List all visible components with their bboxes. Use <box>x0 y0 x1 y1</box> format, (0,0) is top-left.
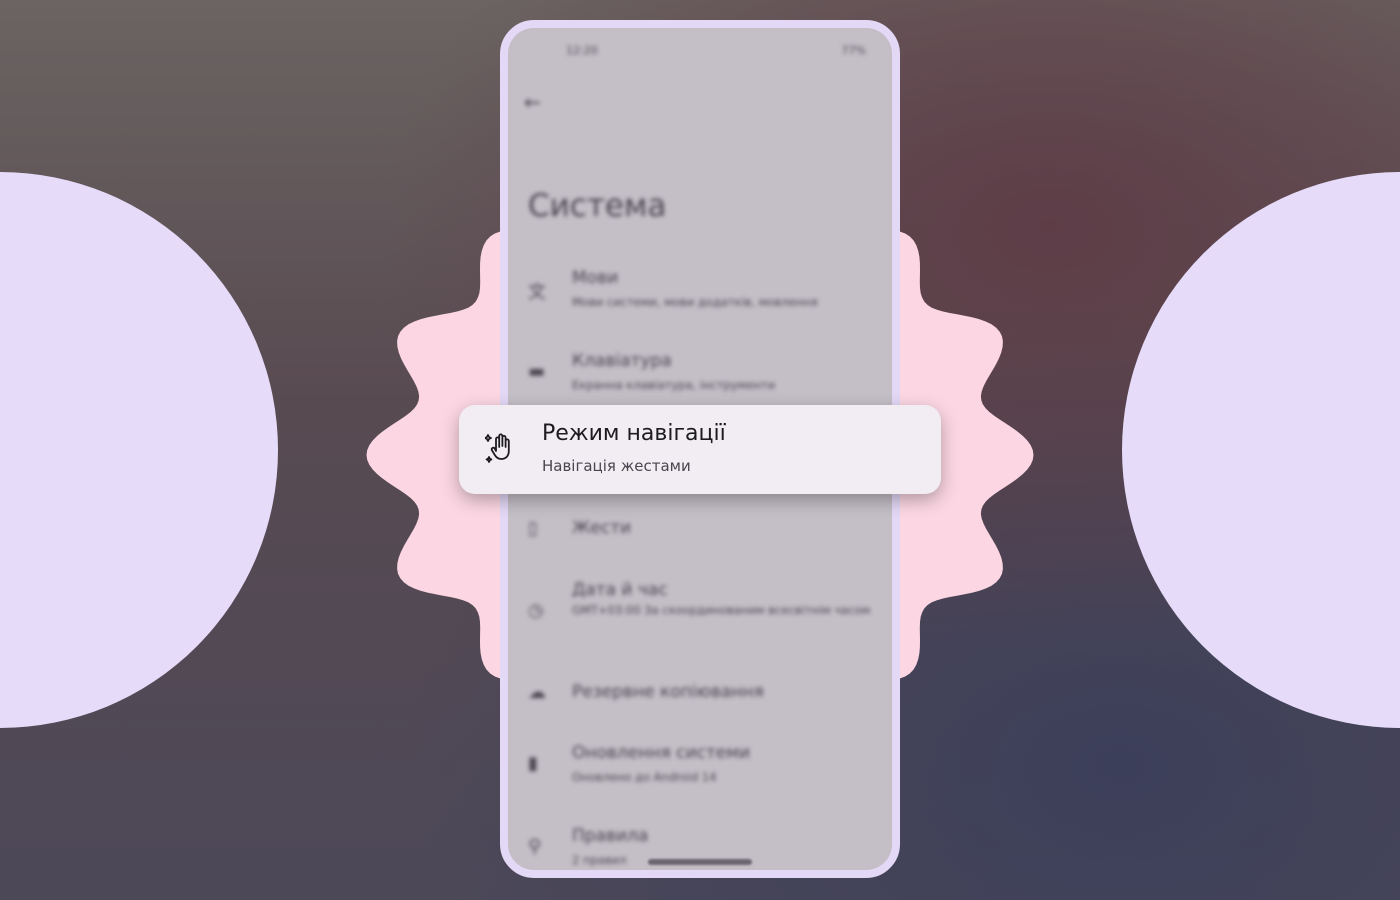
item-title: Жести <box>572 518 632 538</box>
rules-icon: ⚲ <box>528 836 542 857</box>
item-subtitle: Екранна клавіатура, інструменти <box>572 378 776 392</box>
item-title: Мови <box>572 268 619 288</box>
item-title: Резервне копіювання <box>572 682 764 702</box>
status-bar: 12:20 77% <box>566 44 866 57</box>
item-title: Оновлення системи <box>572 743 751 763</box>
item-title: Клавіатура <box>572 351 672 371</box>
system-update-icon: ▮ <box>528 753 538 774</box>
item-subtitle: 2 правил <box>572 853 627 867</box>
page-title: Система <box>528 188 667 224</box>
backup-icon: ☁ <box>528 682 546 703</box>
card-subtitle: Навігація жестами <box>542 457 691 475</box>
settings-item-keyboard[interactable]: ▬ Клавіатура Екранна клавіатура, інструме… <box>528 351 882 393</box>
navigation-mode-card[interactable]: Режим навігації Навігація жестами <box>459 405 941 494</box>
keyboard-icon: ▬ <box>528 361 546 382</box>
translate-icon: 文 <box>528 282 546 303</box>
settings-item-backup[interactable]: ☁ Резервне копіювання <box>528 682 882 703</box>
clock-icon: ◷ <box>528 600 544 621</box>
phone-gesture-icon: ▯ <box>528 518 538 539</box>
settings-item-gestures[interactable]: ▯ Жести <box>528 518 882 539</box>
item-subtitle: Мови системи, мови додатків, мовлення <box>572 295 818 309</box>
item-title: Дата й час <box>572 580 668 600</box>
status-time: 12:20 <box>566 44 598 57</box>
settings-item-system-update[interactable]: ▮ Оновлення системи Оновлено до Android 1… <box>528 743 882 785</box>
settings-item-languages[interactable]: 文 Мови Мови системи, мови додатків, мовле… <box>528 268 882 310</box>
card-title: Режим навігації <box>542 421 726 446</box>
item-title: Правила <box>572 826 649 846</box>
status-battery: 77% <box>841 44 866 57</box>
home-indicator[interactable] <box>648 859 752 865</box>
item-subtitle: GMT+03:00 За скоординованим всесвітнім ч… <box>572 603 871 617</box>
settings-item-date-time[interactable]: ◷ Дата й час GMT+03:00 За скоординованим … <box>528 580 882 621</box>
gesture-hand-icon <box>485 433 510 463</box>
back-arrow-icon[interactable]: ← <box>524 90 541 114</box>
item-subtitle: Оновлено до Android 14 <box>572 770 717 784</box>
